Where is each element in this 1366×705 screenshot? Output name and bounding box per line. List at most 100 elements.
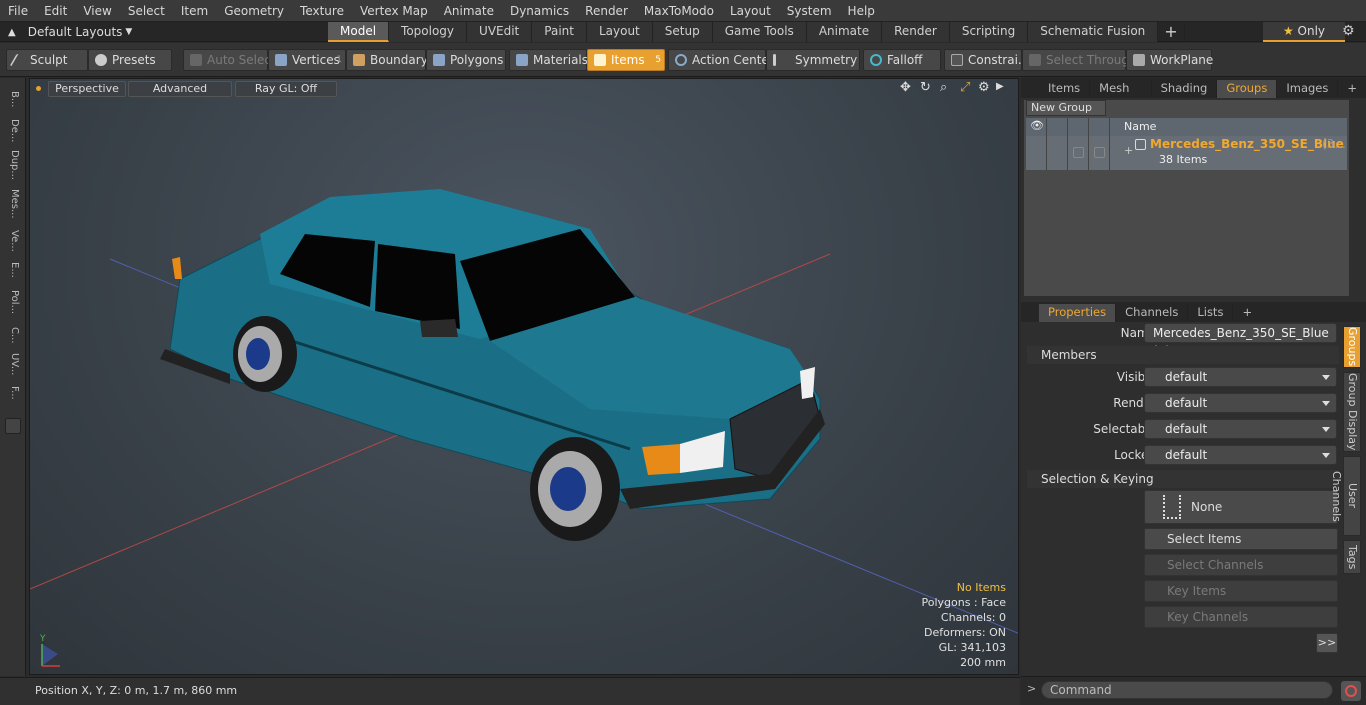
key-items-button[interactable]: Key Items xyxy=(1144,580,1338,602)
tab-model[interactable]: Model xyxy=(328,22,390,42)
left-strip-toggle[interactable] xyxy=(5,418,21,434)
group-row[interactable]: + Mercedes_Benz_350_SE_Blue (3... 38 Ite… xyxy=(1026,136,1347,170)
tab-schematic-fusion[interactable]: Schematic Fusion xyxy=(1028,22,1159,42)
tab-groups[interactable]: Groups xyxy=(1217,80,1278,98)
menu-system[interactable]: System xyxy=(779,0,840,22)
left-tab-edge[interactable]: E... xyxy=(4,258,20,282)
tab-mesh[interactable]: Mesh ... xyxy=(1090,80,1152,112)
tab-topology[interactable]: Topology xyxy=(389,22,468,42)
row-lock-toggle[interactable] xyxy=(1089,136,1110,170)
side-tab-group-display[interactable]: Group Display xyxy=(1343,372,1361,452)
boundary-button[interactable]: Boundary xyxy=(346,49,428,71)
visible-dropdown[interactable]: default xyxy=(1144,367,1337,387)
command-input[interactable]: Command xyxy=(1041,681,1333,699)
left-tab-deform[interactable]: De... xyxy=(4,116,20,146)
members-section[interactable]: Members xyxy=(1027,346,1339,364)
items-button[interactable]: Items 5 xyxy=(587,49,665,71)
menu-view[interactable]: View xyxy=(75,0,119,22)
menu-animate[interactable]: Animate xyxy=(436,0,502,22)
select-channels-button[interactable]: Select Channels xyxy=(1144,554,1338,576)
render-dropdown[interactable]: default xyxy=(1144,393,1337,413)
vertices-button[interactable]: Vertices 1 xyxy=(268,49,346,71)
tab-paint[interactable]: Paint xyxy=(532,22,587,42)
left-tab-fusion[interactable]: F... xyxy=(4,380,20,406)
key-channels-button[interactable]: Key Channels xyxy=(1144,606,1338,628)
auto-select-button[interactable]: Auto Select xyxy=(183,49,276,71)
menu-dynamics[interactable]: Dynamics xyxy=(502,0,577,22)
more-button[interactable]: >> xyxy=(1316,633,1338,653)
action-center-button[interactable]: Action Center xyxy=(668,49,774,71)
selection-keying-section[interactable]: Selection & Keying xyxy=(1027,470,1339,488)
left-tab-polygon[interactable]: Pol... xyxy=(4,284,20,320)
tab-lists[interactable]: Lists xyxy=(1188,304,1234,322)
select-col-icon[interactable] xyxy=(1068,118,1089,136)
tab-layout[interactable]: Layout xyxy=(586,22,653,42)
tab-shading[interactable]: Shading xyxy=(1152,80,1218,98)
car-model[interactable] xyxy=(160,189,825,541)
menu-layout[interactable]: Layout xyxy=(722,0,779,22)
groups-header: 👁 Name xyxy=(1026,118,1347,136)
row-select-toggle[interactable] xyxy=(1068,136,1089,170)
side-tab-user-channels[interactable]: User Channels xyxy=(1330,456,1361,536)
name-field[interactable]: Mercedes_Benz_350_SE_Blue (3) xyxy=(1144,323,1337,358)
side-tab-tags[interactable]: Tags xyxy=(1343,540,1361,574)
expand-icon[interactable]: + xyxy=(1124,144,1133,157)
polygons-button[interactable]: Polygons xyxy=(426,49,506,71)
left-tab-curve[interactable]: C... xyxy=(4,322,20,348)
add-tab-icon[interactable]: + xyxy=(1158,22,1185,42)
symmetry-button[interactable]: Symmetry xyxy=(766,49,860,71)
group-name: Mercedes_Benz_350_SE_Blue xyxy=(1150,137,1344,151)
tab-game-tools[interactable]: Game Tools xyxy=(712,22,807,42)
new-group-button[interactable]: New Group xyxy=(1026,100,1106,116)
record-icon[interactable] xyxy=(1341,681,1361,701)
left-tab-basic[interactable]: B... xyxy=(4,84,20,114)
tab-render[interactable]: Render xyxy=(882,22,950,42)
select-items-button[interactable]: Select Items xyxy=(1144,528,1338,550)
left-tab-uv[interactable]: UV... xyxy=(4,350,20,378)
add-panel-tab-icon[interactable]: + xyxy=(1338,80,1366,98)
materials-button[interactable]: Materials xyxy=(509,49,588,71)
menu-render[interactable]: Render xyxy=(577,0,636,22)
name-column-header[interactable]: Name xyxy=(1124,118,1156,136)
only-toggle[interactable]: ★ Only xyxy=(1263,22,1345,42)
menu-select[interactable]: Select xyxy=(120,0,173,22)
tab-channels[interactable]: Channels xyxy=(1116,304,1189,322)
left-tab-vertex[interactable]: Ve... xyxy=(4,226,20,256)
menu-maxtomodo[interactable]: MaxToModo xyxy=(636,0,722,22)
falloff-button[interactable]: Falloff xyxy=(863,49,941,71)
render-col-icon[interactable] xyxy=(1047,118,1068,136)
3d-viewport[interactable]: Perspective Advanced Ray GL: Off ✥ ↻ ⌕ ⤢… xyxy=(29,78,1019,675)
select-through-button[interactable]: Select Through xyxy=(1022,49,1137,71)
row-visible-toggle[interactable] xyxy=(1026,136,1047,170)
menu-vertex-map[interactable]: Vertex Map xyxy=(352,0,436,22)
layouts-dropdown[interactable]: ▲ Default Layouts ▼ xyxy=(0,22,132,42)
tab-setup[interactable]: Setup xyxy=(652,22,713,42)
menu-geometry[interactable]: Geometry xyxy=(216,0,292,22)
tab-scripting[interactable]: Scripting xyxy=(949,22,1029,42)
side-tab-groups[interactable]: Groups xyxy=(1343,326,1361,368)
workplane-button[interactable]: WorkPlane xyxy=(1126,49,1213,71)
sculpt-button[interactable]: Sculpt xyxy=(6,49,88,71)
lock-col-icon[interactable] xyxy=(1089,118,1110,136)
none-button[interactable]: None xyxy=(1144,490,1338,524)
eye-icon[interactable]: 👁 xyxy=(1026,118,1047,136)
tab-images[interactable]: Images xyxy=(1277,80,1339,98)
gear-icon[interactable]: ⚙ xyxy=(1342,23,1355,39)
row-render-toggle[interactable] xyxy=(1047,136,1068,170)
menu-edit[interactable]: Edit xyxy=(36,0,75,22)
menu-texture[interactable]: Texture xyxy=(292,0,352,22)
add-props-tab-icon[interactable]: + xyxy=(1233,304,1261,322)
tab-items[interactable]: Items xyxy=(1039,80,1091,98)
selectable-dropdown[interactable]: default xyxy=(1144,419,1337,439)
left-tab-mesh-edit[interactable]: Mes... xyxy=(4,184,20,224)
tab-properties[interactable]: Properties xyxy=(1039,304,1117,322)
left-tab-duplicate[interactable]: Dup... xyxy=(4,148,20,182)
tab-animate[interactable]: Animate xyxy=(806,22,883,42)
menu-help[interactable]: Help xyxy=(840,0,883,22)
menu-file[interactable]: File xyxy=(0,0,36,22)
tab-uvedit[interactable]: UVEdit xyxy=(467,22,533,42)
presets-button[interactable]: Presets xyxy=(88,49,172,71)
constraints-button[interactable]: Constrai... xyxy=(944,49,1029,71)
locked-dropdown[interactable]: default xyxy=(1144,445,1337,465)
menu-item[interactable]: Item xyxy=(173,0,216,22)
